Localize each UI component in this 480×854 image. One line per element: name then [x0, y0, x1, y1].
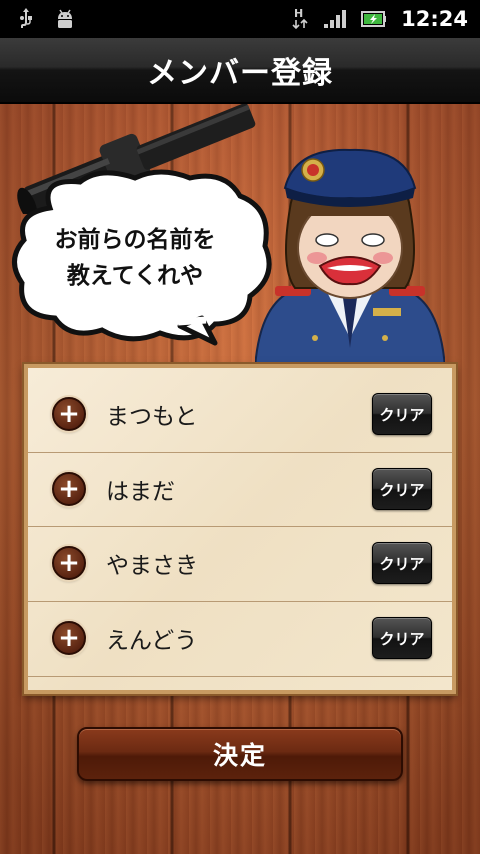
- plus-icon[interactable]: +: [52, 472, 86, 506]
- member-name[interactable]: えんどう: [106, 621, 197, 655]
- member-row-2: + はまだ クリア: [34, 453, 446, 525]
- member-list-panel: + まつもと クリア + はまだ クリア + やまさき クリア + えんどう ク…: [24, 364, 456, 694]
- usb-icon: [18, 7, 34, 31]
- clear-button[interactable]: クリア: [372, 617, 432, 659]
- title-bar: メンバー登録: [0, 38, 480, 104]
- clear-button[interactable]: クリア: [372, 393, 432, 435]
- member-row-1: + まつもと クリア: [34, 378, 446, 450]
- clear-button[interactable]: クリア: [372, 468, 432, 510]
- battery-icon: [361, 10, 387, 28]
- row-divider: [28, 676, 452, 677]
- speech-bubble-text: お前らの名前を 教えてくれや: [54, 227, 216, 289]
- member-name[interactable]: はまだ: [106, 472, 175, 506]
- status-bar: H 12:24: [0, 0, 480, 38]
- android-debug-icon: [54, 8, 76, 30]
- plus-icon[interactable]: +: [52, 397, 86, 431]
- svg-text:H: H: [294, 7, 303, 20]
- plus-icon[interactable]: +: [52, 621, 86, 655]
- member-row-3: + やまさき クリア: [34, 527, 446, 599]
- confirm-button[interactable]: 決定: [77, 727, 403, 781]
- officer-character-illustration: [255, 148, 445, 368]
- page-title: メンバー登録: [147, 56, 333, 91]
- member-name[interactable]: やまさき: [106, 546, 198, 580]
- signal-icon: [323, 9, 347, 29]
- data-hsdpa-icon: H: [291, 6, 309, 32]
- member-row-4: + えんどう クリア: [34, 602, 446, 674]
- member-name[interactable]: まつもと: [106, 397, 198, 431]
- clear-button[interactable]: クリア: [372, 542, 432, 584]
- plus-icon[interactable]: +: [52, 546, 86, 580]
- clock: 12:24: [401, 7, 468, 31]
